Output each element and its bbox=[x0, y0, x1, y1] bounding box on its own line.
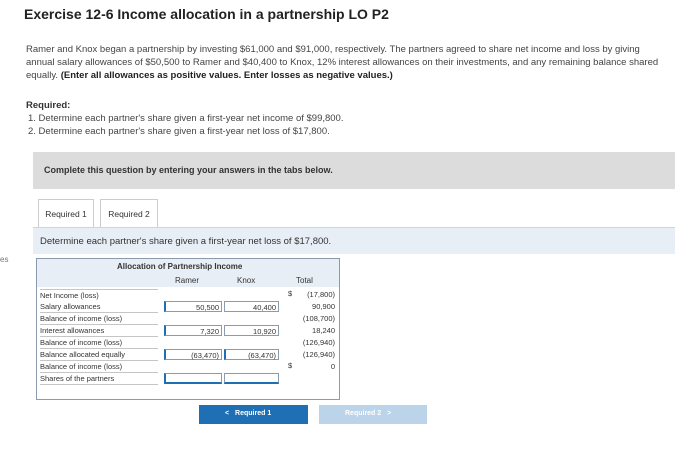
table-row: Balance allocated equally (63,470) (63,4… bbox=[37, 349, 339, 361]
tab-description: Determine each partner's share given a f… bbox=[40, 236, 332, 247]
currency-symbol: $ bbox=[288, 289, 293, 298]
table-header: Allocation of Partnership Income Ramer K… bbox=[37, 259, 339, 287]
chevron-right-icon: > bbox=[387, 410, 392, 417]
tab-required-2[interactable]: Required 2 bbox=[100, 199, 158, 227]
previous-button-label: Required 1 bbox=[235, 410, 272, 417]
next-button-label: Required 2 bbox=[345, 410, 382, 417]
required-item-2: 2. Determine each partner's share given … bbox=[28, 126, 330, 137]
knox-salary-input[interactable]: 40,400 bbox=[224, 301, 279, 312]
column-header-total: Total bbox=[296, 276, 313, 285]
required-title: Required: bbox=[26, 100, 71, 111]
table-row: Balance of income (loss) (108,700) bbox=[37, 313, 339, 325]
total-value: (108,700) bbox=[302, 314, 335, 323]
total-value: 90,900 bbox=[312, 302, 335, 311]
row-label: Shares of the partners bbox=[40, 373, 158, 385]
instruction-bar: Complete this question by entering your … bbox=[33, 152, 675, 189]
row-label: Balance allocated equally bbox=[40, 349, 158, 361]
tab-description-bar: Determine each partner's share given a f… bbox=[33, 227, 675, 254]
currency-symbol: $ bbox=[288, 361, 293, 370]
table-row: Shares of the partners bbox=[37, 373, 339, 385]
table-row: Balance of income (loss) (126,940) bbox=[37, 337, 339, 349]
total-value: (126,940) bbox=[302, 350, 335, 359]
column-header-knox: Knox bbox=[237, 276, 256, 285]
row-label: Balance of income (loss) bbox=[40, 313, 158, 325]
ramer-interest-input[interactable]: 7,320 bbox=[164, 325, 222, 336]
knox-share-input[interactable] bbox=[224, 373, 279, 384]
problem-emphasis: (Enter all allowances as positive values… bbox=[60, 70, 393, 81]
instruction-text: Complete this question by entering your … bbox=[44, 165, 333, 175]
table-row: Net Income (loss) $ (17,800) bbox=[37, 289, 339, 302]
table-row: Salary allowances $ 50,500 $ 40,400 90,9… bbox=[37, 301, 339, 313]
row-label: Balance of income (loss) bbox=[40, 361, 158, 373]
required-item-1: 1. Determine each partner's share given … bbox=[28, 113, 344, 124]
ramer-salary-input[interactable]: 50,500 bbox=[164, 301, 222, 312]
table-title: Allocation of Partnership Income bbox=[117, 262, 243, 271]
row-label: Interest allowances bbox=[40, 325, 158, 337]
allocation-table: Allocation of Partnership Income Ramer K… bbox=[36, 258, 340, 400]
ramer-equal-allocation-input[interactable]: (63,470) bbox=[164, 349, 222, 360]
tab-required-1[interactable]: Required 1 bbox=[38, 199, 94, 227]
knox-equal-allocation-input[interactable]: (63,470) bbox=[224, 349, 279, 360]
total-value: (126,940) bbox=[302, 338, 335, 347]
next-tab-button[interactable]: Required 2 > bbox=[319, 405, 427, 424]
problem-statement: Ramer and Knox began a partnership by in… bbox=[26, 43, 666, 82]
table-row: Interest allowances 7,320 10,920 18,240 bbox=[37, 325, 339, 337]
row-label: Balance of income (loss) bbox=[40, 337, 158, 349]
chevron-left-icon: < bbox=[225, 410, 230, 417]
left-edge-fragment: es bbox=[0, 255, 9, 264]
total-value: 18,240 bbox=[312, 326, 335, 335]
total-value: (17,800) bbox=[307, 290, 335, 299]
page-title: Exercise 12-6 Income allocation in a par… bbox=[24, 6, 389, 22]
row-label: Salary allowances bbox=[40, 301, 158, 313]
previous-tab-button[interactable]: < Required 1 bbox=[199, 405, 308, 424]
column-header-ramer: Ramer bbox=[175, 276, 200, 285]
table-row: Balance of income (loss) $ 0 bbox=[37, 361, 339, 373]
total-value: 0 bbox=[330, 362, 335, 371]
total-value bbox=[295, 373, 337, 384]
ramer-share-input[interactable] bbox=[164, 373, 222, 384]
knox-interest-input[interactable]: 10,920 bbox=[224, 325, 279, 336]
